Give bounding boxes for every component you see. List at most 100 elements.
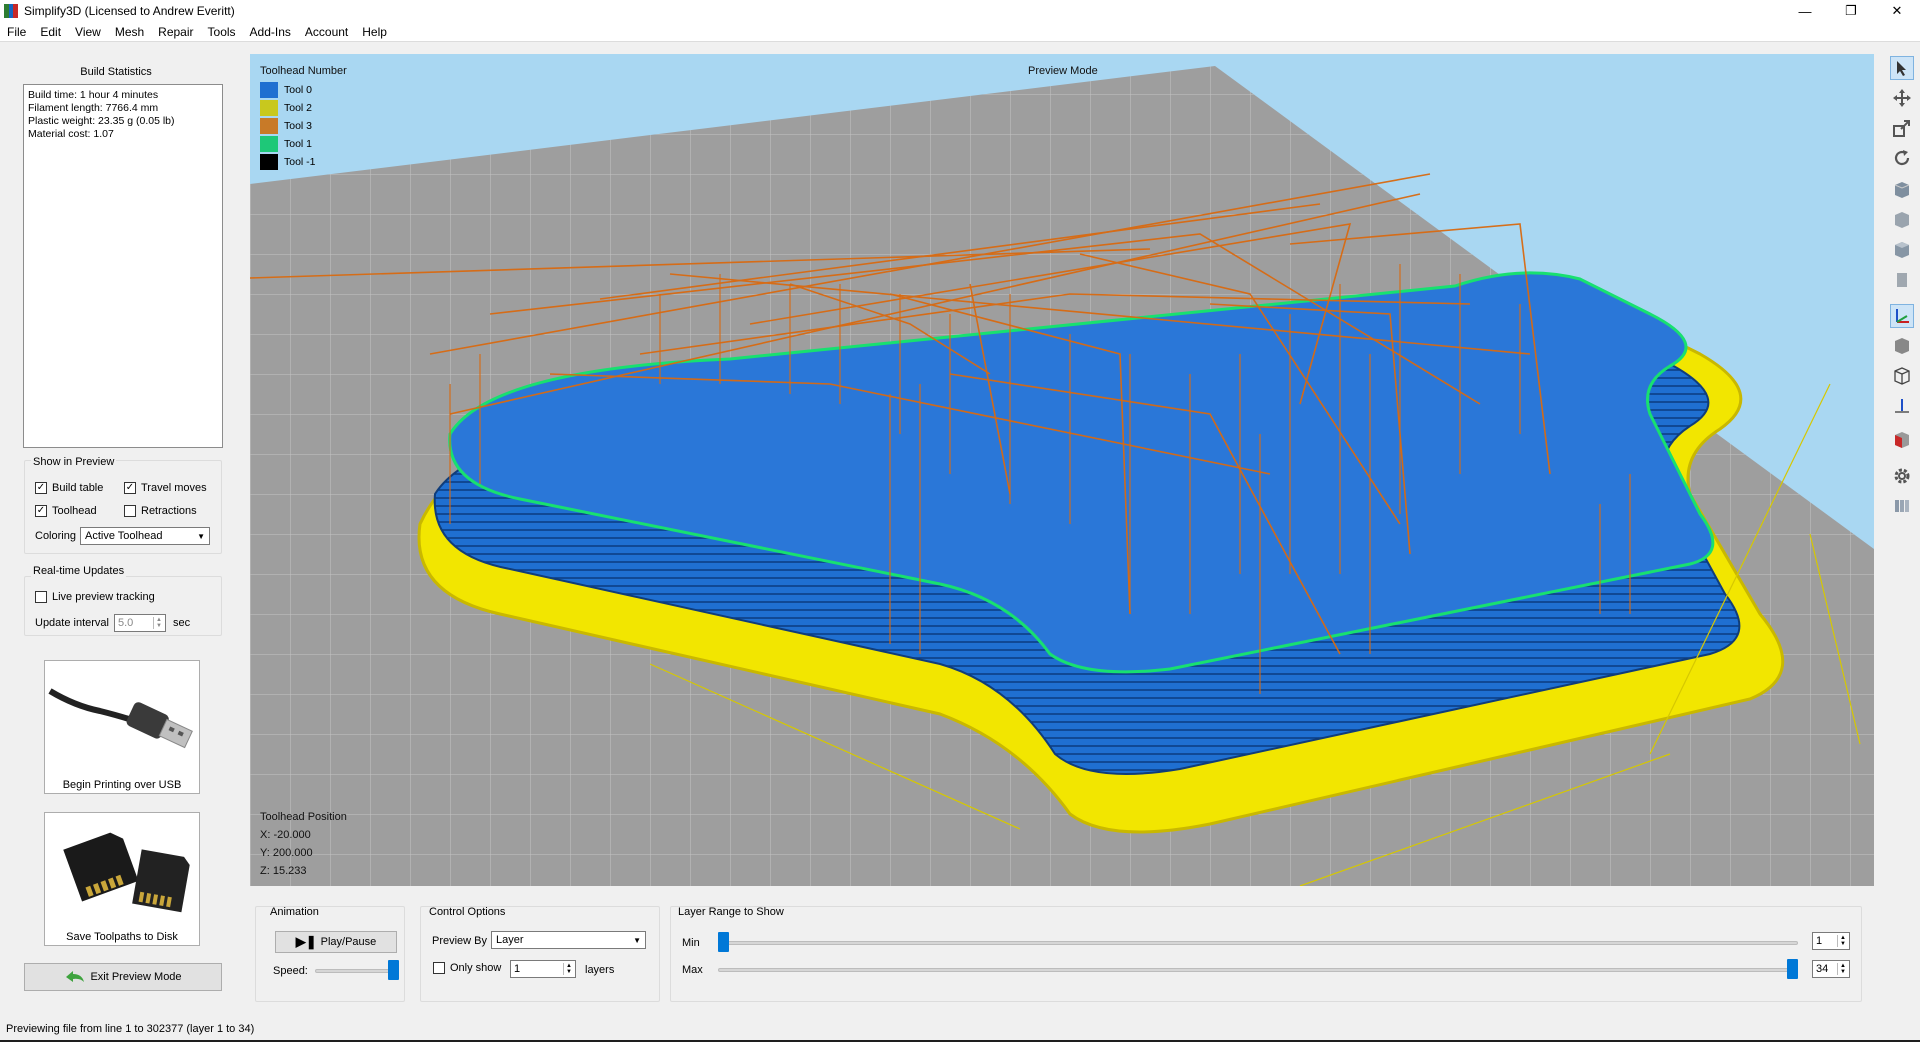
preview-by-label: Preview By: [432, 935, 488, 947]
update-interval-spinner[interactable]: 5.0 ▲ ▼: [114, 614, 166, 632]
stat-material-cost: Material cost: 1.07: [28, 128, 114, 140]
scale-icon[interactable]: [1890, 116, 1914, 140]
travel-moves-check-icon: ✓: [124, 482, 136, 494]
menu-bar: File Edit View Mesh Repair Tools Add-Ins…: [0, 22, 1920, 42]
title-bar: Simplify3D (Licensed to Andrew Everitt) …: [0, 0, 1920, 22]
status-bar: Previewing file from line 1 to 302377 (l…: [0, 1018, 1920, 1040]
travel-moves-label: Travel moves: [141, 482, 207, 494]
live-tracking-label: Live preview tracking: [52, 591, 155, 603]
legend-item-tool-0: Tool 0: [260, 82, 312, 98]
spinner-arrows-icon[interactable]: ▲ ▼: [153, 617, 162, 629]
legend-item-tool-2: Tool 2: [260, 100, 312, 116]
save-toolpaths-button[interactable]: Save Toolpaths to Disk: [44, 812, 200, 946]
realtime-updates-title: Real-time Updates: [31, 565, 127, 577]
layer-max-slider-thumb[interactable]: [1787, 959, 1798, 979]
travel-moves-checkbox[interactable]: ✓ Travel moves: [124, 482, 207, 494]
view-top-icon[interactable]: [1890, 238, 1914, 262]
layer-range-title: Layer Range to Show: [678, 906, 784, 918]
section-view-icon[interactable]: [1890, 428, 1914, 452]
exit-preview-label: Exit Preview Mode: [90, 971, 182, 983]
window-title: Simplify3D (Licensed to Andrew Everitt): [24, 4, 235, 18]
usb-button-label: Begin Printing over USB: [62, 779, 182, 791]
legend-swatch: [260, 136, 278, 152]
preview-viewport[interactable]: Toolhead Number Preview Mode Tool 0 Tool…: [250, 54, 1874, 886]
menu-repair[interactable]: Repair: [151, 25, 200, 39]
right-toolbar: [1884, 54, 1920, 534]
build-statistics-box: Build time: 1 hour 4 minutes Filament le…: [23, 84, 223, 448]
menu-tools[interactable]: Tools: [201, 25, 243, 39]
preview-by-select[interactable]: Layer ▼: [491, 931, 646, 949]
axes-icon[interactable]: [1890, 304, 1914, 328]
coloring-label: Coloring: [35, 530, 76, 542]
select-arrow-icon[interactable]: [1890, 56, 1914, 80]
menu-file[interactable]: File: [0, 25, 33, 39]
exit-preview-mode-button[interactable]: Exit Preview Mode: [24, 963, 222, 991]
live-preview-tracking-checkbox[interactable]: Live preview tracking: [35, 591, 155, 603]
spinner-arrows-icon[interactable]: ▲ ▼: [1837, 935, 1846, 947]
maximize-button[interactable]: ❐: [1828, 0, 1874, 22]
speed-slider-thumb[interactable]: [388, 960, 399, 980]
layer-min-value: 1: [1816, 935, 1823, 947]
menu-mesh[interactable]: Mesh: [108, 25, 151, 39]
rotate-icon[interactable]: [1890, 146, 1914, 170]
only-show-spinner[interactable]: 1 ▲ ▼: [510, 960, 576, 978]
layer-max-label: Max: [682, 964, 703, 976]
retractions-label: Retractions: [141, 505, 197, 517]
menu-account[interactable]: Account: [298, 25, 355, 39]
toolhead-y: Y: 200.000: [260, 847, 313, 859]
build-table-label: Build table: [52, 482, 104, 494]
retractions-check-icon: [124, 505, 136, 517]
layers-label: layers: [585, 964, 615, 976]
close-button[interactable]: ✕: [1874, 0, 1920, 22]
chevron-down-icon: ▼: [197, 531, 205, 541]
settings-gear-icon[interactable]: [1890, 464, 1914, 488]
update-interval-unit: sec: [173, 617, 191, 629]
minimize-button[interactable]: —: [1782, 0, 1828, 22]
begin-printing-usb-button[interactable]: Begin Printing over USB: [44, 660, 200, 794]
view-front-icon[interactable]: [1890, 208, 1914, 232]
play-pause-button[interactable]: ▶❚ Play/Pause: [275, 931, 397, 953]
menu-edit[interactable]: Edit: [33, 25, 68, 39]
layer-min-slider-thumb[interactable]: [718, 932, 729, 952]
only-show-checkbox[interactable]: Only show: [433, 962, 501, 974]
layer-max-value: 34: [1816, 963, 1829, 975]
menu-add-ins[interactable]: Add-Ins: [243, 25, 298, 39]
show-in-preview-title: Show in Preview: [31, 456, 117, 468]
legend-item-tool-1: Tool 1: [260, 136, 312, 152]
z-axis-icon[interactable]: [1890, 394, 1914, 418]
back-arrow-icon: [66, 971, 85, 982]
coloring-select[interactable]: Active Toolhead ▼: [80, 527, 210, 545]
stat-plastic-weight: Plastic weight: 23.35 g (0.05 lb): [28, 115, 175, 127]
view-side-icon[interactable]: [1890, 268, 1914, 292]
spinner-arrows-icon[interactable]: ▲ ▼: [563, 963, 572, 975]
legend-label: Tool 3: [284, 120, 313, 132]
toolpath-render[interactable]: [250, 54, 1874, 886]
legend-label: Tool -1: [284, 156, 316, 168]
spinner-arrows-icon[interactable]: ▲ ▼: [1837, 963, 1846, 975]
layer-range-group: [670, 906, 1862, 1002]
usb-cable-icon: [48, 688, 193, 749]
control-options-title: Control Options: [429, 906, 506, 918]
retractions-checkbox[interactable]: Retractions: [124, 505, 197, 517]
speed-slider-track[interactable]: [315, 969, 395, 973]
build-table-checkbox[interactable]: ✓ Build table: [35, 482, 103, 494]
layer-min-slider-track[interactable]: [718, 941, 1798, 945]
layer-max-slider-track[interactable]: [718, 968, 1798, 972]
solid-view-icon[interactable]: [1890, 334, 1914, 358]
toolhead-position-title: Toolhead Position: [260, 811, 347, 823]
disk-button-label: Save Toolpaths to Disk: [66, 931, 178, 943]
toolhead-checkbox[interactable]: ✓ Toolhead: [35, 505, 97, 517]
wireframe-view-icon[interactable]: [1890, 364, 1914, 388]
menu-view[interactable]: View: [68, 25, 108, 39]
layer-max-spinner[interactable]: 34 ▲ ▼: [1812, 960, 1850, 978]
menu-help[interactable]: Help: [355, 25, 394, 39]
move-icon[interactable]: [1890, 86, 1914, 110]
animation-title: Animation: [270, 906, 319, 918]
control-options-group: [420, 906, 660, 1002]
layer-min-label: Min: [682, 937, 700, 949]
view-iso-icon[interactable]: [1890, 178, 1914, 202]
play-pause-icon: ▶❚: [295, 934, 317, 949]
layers-icon[interactable]: [1890, 494, 1914, 518]
layer-min-spinner[interactable]: 1 ▲ ▼: [1812, 932, 1850, 950]
status-text: Previewing file from line 1 to 302377 (l…: [6, 1023, 255, 1035]
